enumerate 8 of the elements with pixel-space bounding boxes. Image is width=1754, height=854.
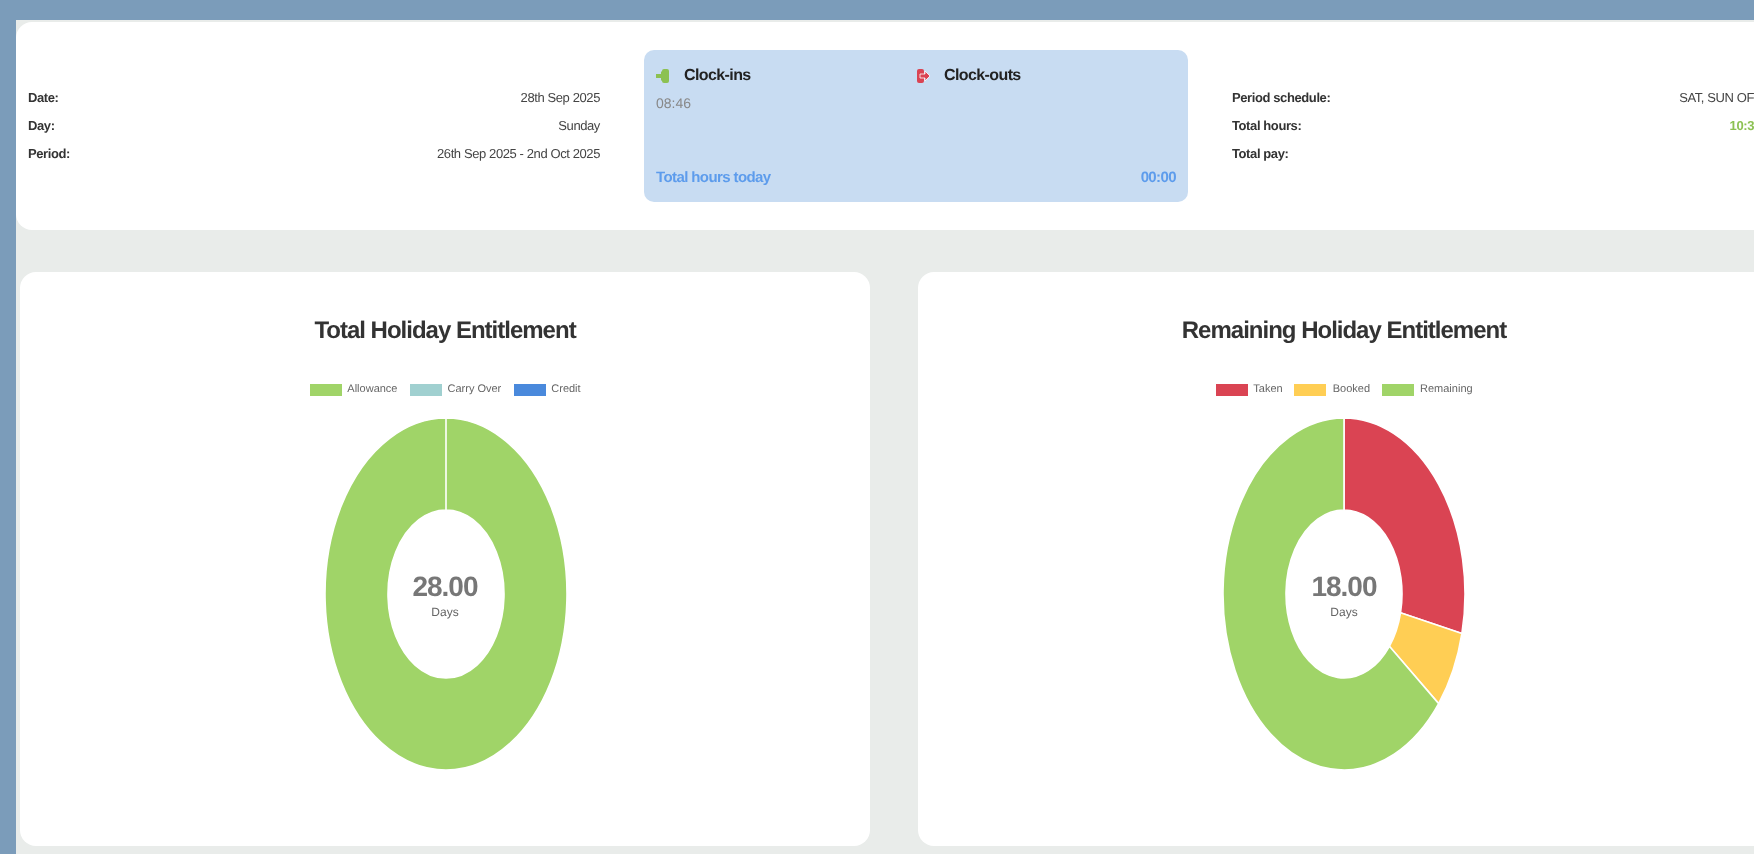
chart-title: Remaining Holiday Entitlement bbox=[1181, 316, 1507, 344]
exit-icon bbox=[916, 67, 930, 83]
enter-icon bbox=[656, 67, 670, 83]
donut-total: 28.00 bbox=[412, 569, 478, 601]
donut-total: 18.00 bbox=[1311, 569, 1377, 601]
clock-heading: Clock-outs bbox=[944, 66, 1021, 84]
clock-heading: Clock-ins bbox=[684, 66, 751, 84]
chart-title: Total Holiday Entitlement bbox=[314, 316, 576, 344]
